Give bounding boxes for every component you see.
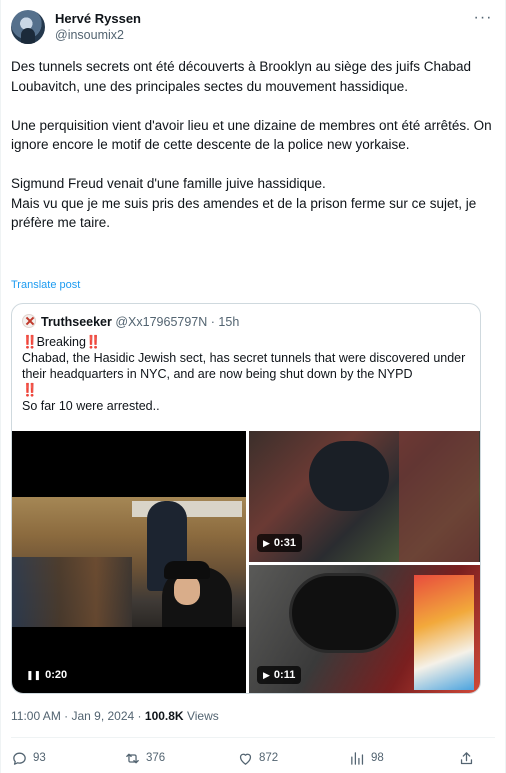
quoted-line-arrested: So far 10 were arrested.. [22,399,160,413]
tweet-paragraph-3: Sigmund Freud venait d'une famille juive… [11,176,477,230]
tweet-detail: Hervé Ryssen @insoumix2 ··· Des tunnels … [0,0,506,773]
quoted-author-handle: @Xx17965797N [115,315,208,329]
video-1[interactable]: ❚❚ 0:20 [12,431,246,693]
media-grid: ❚❚ 0:20 ▶ 0:31 ▶ 0:11 [12,431,480,693]
views-label: Views [186,709,219,723]
video-1-thumbnail [12,497,246,627]
bookmark-count: 98 [371,752,384,764]
play-icon: ▶ [263,670,270,680]
breaking-label: Breaking [36,335,86,349]
quoted-line-body: Chabad, the Hasidic Jewish sect, has sec… [22,351,466,397]
tweet-timestamp[interactable]: 11:00 AM · Jan 9, 2024 [11,709,134,723]
double-exclamation-emoji: ‼️ [22,383,38,397]
repost-button[interactable]: 376 [124,747,165,769]
author-avatar[interactable] [11,10,45,44]
tweet-text: Des tunnels secrets ont été découverts à… [11,57,495,233]
translate-post-link[interactable]: Translate post [11,279,80,291]
bookmark-button[interactable]: 98 [349,747,384,769]
author-names: Hervé Ryssen @insoumix2 [55,11,141,43]
views-count: 100.8K [144,709,184,723]
video-3[interactable]: ▶ 0:11 [249,565,480,693]
like-button[interactable]: 872 [237,747,278,769]
video-3-duration: ▶ 0:11 [257,666,302,684]
heart-icon [239,753,252,765]
divider [11,737,495,738]
video-2-duration: ▶ 0:31 [257,534,302,552]
tweet-paragraph-2: Une perquisition vient d'avoir lieu et u… [11,117,492,153]
meta-separator: · [137,709,142,723]
quoted-timestamp: 15h [218,315,240,329]
bookmark-icon [351,751,364,765]
repost-count: 376 [146,752,166,764]
pause-icon: ❚❚ [26,670,42,680]
play-icon: ▶ [263,538,270,548]
double-exclamation-emoji: ‼️ [85,335,102,349]
action-bar: 93 376 872 98 [11,747,481,769]
share-button[interactable] [458,747,480,769]
video-2[interactable]: ▶ 0:31 [249,431,480,562]
tweet-meta: 11:00 AM · Jan 9, 2024 · 100.8K Views [11,709,219,723]
reply-count: 93 [33,752,46,764]
quoted-line-breaking: ‼️Breaking‼️ [22,334,477,350]
quoted-author-name: Truthseeker [41,315,112,329]
quoted-separator: · [210,315,215,329]
author-display-name[interactable]: Hervé Ryssen [55,11,141,27]
quoted-tweet[interactable]: Truthseeker @Xx17965797N · 15h ‼️Breakin… [11,303,481,694]
repost-icon [126,753,139,763]
share-icon [460,751,473,764]
reply-button[interactable]: 93 [11,747,46,769]
like-count: 872 [259,752,279,764]
author-handle[interactable]: @insoumix2 [55,27,141,43]
quoted-tweet-text: ‼️Breaking‼️ Chabad, the Hasidic Jewish … [22,334,477,414]
more-icon[interactable]: ··· [473,10,493,32]
reply-icon [13,752,26,765]
video-1-duration: ❚❚ 0:20 [20,666,74,684]
tweet-paragraph-1: Des tunnels secrets ont été découverts à… [11,59,472,94]
tweet-header: Hervé Ryssen @insoumix2 ··· [11,10,493,46]
quoted-author-avatar [22,314,36,328]
quoted-tweet-header: Truthseeker @Xx17965797N · 15h [22,314,239,330]
double-exclamation-emoji: ‼️ [22,335,38,349]
